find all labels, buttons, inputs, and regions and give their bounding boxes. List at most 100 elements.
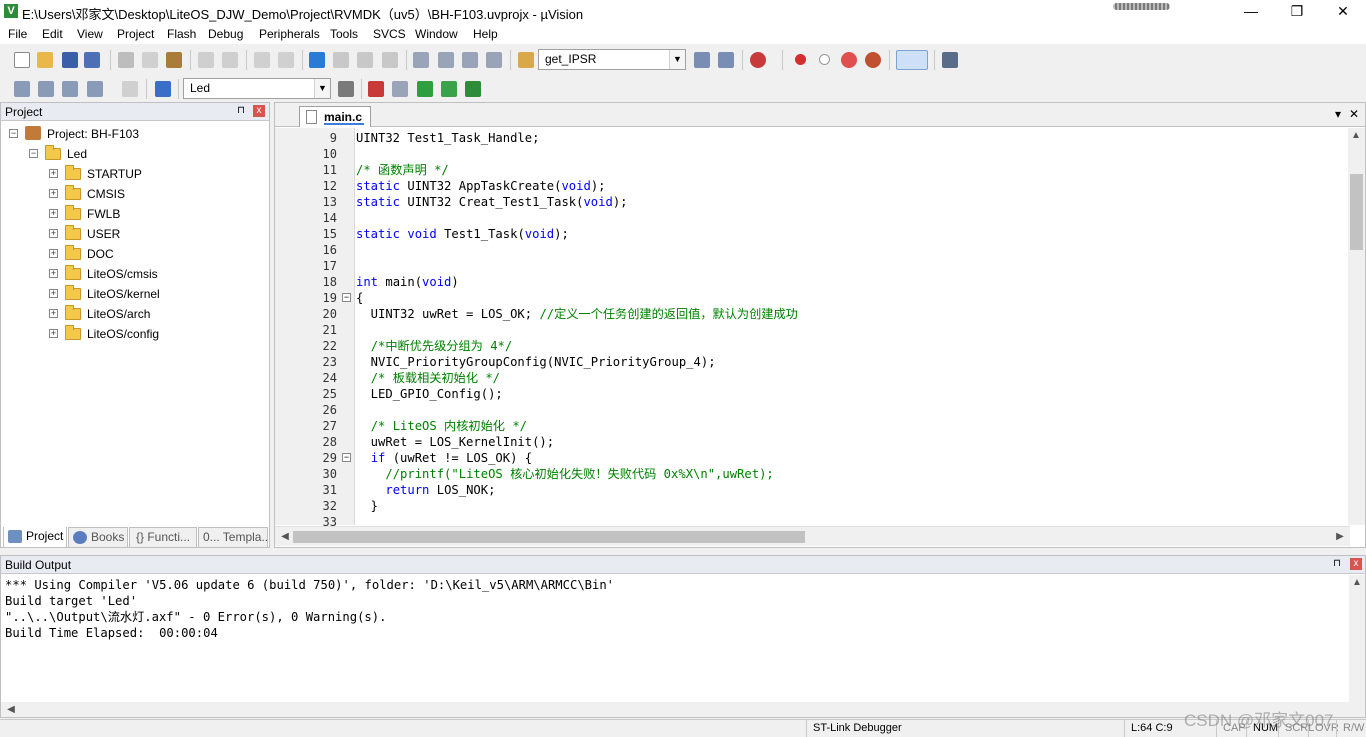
tree-group[interactable]: + LiteOS/kernel — [49, 284, 259, 304]
pin-icon[interactable]: ⊓ — [235, 105, 247, 117]
tree-group[interactable]: + USER — [49, 224, 259, 244]
code-line[interactable]: /*中断优先级分组为 4*/ — [356, 338, 513, 354]
tree-group[interactable]: + LiteOS/cmsis — [49, 264, 259, 284]
tree-group[interactable]: + FWLB — [49, 204, 259, 224]
prev-bookmark-icon[interactable] — [333, 52, 349, 68]
menu-svcs[interactable]: SVCS — [373, 27, 406, 41]
target-options-icon[interactable] — [338, 81, 354, 97]
fold-icon[interactable]: − — [342, 453, 351, 462]
code-line[interactable]: /* 函数声明 */ — [356, 162, 449, 178]
close-window-button[interactable]: ✕ — [1320, 0, 1366, 24]
menu-tools[interactable]: Tools — [330, 27, 358, 41]
tab-main-c[interactable]: main.c — [299, 106, 371, 127]
stop-build-icon[interactable] — [122, 81, 138, 97]
code-line[interactable]: NVIC_PriorityGroupConfig(NVIC_PriorityGr… — [356, 354, 716, 370]
tree-group[interactable]: + LiteOS/arch — [49, 304, 259, 324]
minimize-button[interactable]: — — [1228, 0, 1274, 24]
open-file-icon[interactable] — [37, 52, 53, 68]
download-icon[interactable] — [155, 81, 171, 97]
code-line[interactable]: static UINT32 Creat_Test1_Task(void); — [356, 194, 628, 210]
collapse-icon[interactable]: − — [9, 129, 18, 138]
scroll-left-icon[interactable]: ◀ — [3, 702, 19, 718]
code-line[interactable]: uwRet = LOS_KernelInit(); — [356, 434, 554, 450]
menu-view[interactable]: View — [77, 27, 103, 41]
nav-forward-icon[interactable] — [278, 52, 294, 68]
cut-icon[interactable] — [118, 52, 134, 68]
manage-environment-icon[interactable] — [392, 81, 408, 97]
tree-group[interactable]: + LiteOS/config — [49, 324, 259, 344]
code-line[interactable]: LED_GPIO_Config(); — [356, 386, 503, 402]
code-line[interactable]: { — [356, 290, 363, 306]
indent-icon[interactable] — [413, 52, 429, 68]
incremental-find-icon[interactable] — [718, 52, 734, 68]
close-tab-icon[interactable]: ✕ — [1349, 107, 1359, 121]
find-combo[interactable]: get_IPSR ▼ — [538, 49, 686, 70]
next-bookmark-icon[interactable] — [357, 52, 373, 68]
build-icon[interactable] — [38, 81, 54, 97]
vertical-scrollbar[interactable]: ▲ — [1348, 128, 1365, 525]
expand-icon[interactable]: + — [49, 249, 58, 258]
pin-icon[interactable]: ⊓ — [1331, 558, 1343, 570]
breakpoint-icon[interactable] — [795, 54, 806, 65]
tab-project[interactable]: Project — [3, 527, 67, 548]
find-in-files-icon[interactable] — [518, 52, 534, 68]
kill-all-breakpoints-icon[interactable] — [865, 52, 881, 68]
scroll-left-icon[interactable]: ◀ — [277, 529, 293, 545]
chevron-down-icon[interactable]: ▼ — [669, 50, 685, 69]
output-horizontal-scrollbar[interactable]: ◀ — [1, 702, 1365, 717]
redo-icon[interactable] — [222, 52, 238, 68]
save-all-icon[interactable] — [84, 52, 100, 68]
translate-icon[interactable] — [14, 81, 30, 97]
kill-breakpoints-icon[interactable] — [841, 52, 857, 68]
expand-icon[interactable]: + — [49, 269, 58, 278]
restore-button[interactable]: ❐ — [1274, 0, 1320, 24]
fold-icon[interactable]: − — [342, 293, 351, 302]
batch-build-icon[interactable] — [87, 81, 103, 97]
horizontal-scroll-thumb[interactable] — [293, 531, 805, 543]
horizontal-scrollbar[interactable]: ◀ ▶ — [275, 526, 1350, 546]
code-line[interactable]: if (uwRet != LOS_OK) { — [356, 450, 532, 466]
code-line[interactable]: //printf("LiteOS 核心初始化失败！失败代码 0x%X\n",uw… — [356, 466, 773, 482]
menu-peripherals[interactable]: Peripherals — [259, 27, 320, 41]
tab-templates[interactable]: 0... Templa... — [198, 527, 268, 548]
undo-icon[interactable] — [198, 52, 214, 68]
disable-breakpoint-icon[interactable] — [819, 54, 830, 65]
select-packs-icon[interactable] — [417, 81, 433, 97]
expand-icon[interactable]: + — [49, 209, 58, 218]
code-line[interactable]: UINT32 uwRet = LOS_OK; //定义一个任务创建的返回值，默认… — [356, 306, 798, 322]
expand-icon[interactable]: + — [49, 229, 58, 238]
tree-project-root[interactable]: − Project: BH-F103 — [9, 124, 259, 144]
tree-group[interactable]: + CMSIS — [49, 184, 259, 204]
tree-group[interactable]: + STARTUP — [49, 164, 259, 184]
rebuild-icon[interactable] — [62, 81, 78, 97]
expand-icon[interactable]: + — [49, 329, 58, 338]
nav-back-icon[interactable] — [254, 52, 270, 68]
unindent-icon[interactable] — [438, 52, 454, 68]
tree-group[interactable]: + DOC — [49, 244, 259, 264]
chevron-down-icon[interactable]: ▼ — [314, 79, 330, 98]
expand-icon[interactable]: + — [49, 289, 58, 298]
window-layout-icon[interactable] — [896, 50, 928, 70]
scroll-up-icon[interactable]: ▲ — [1349, 575, 1365, 591]
code-line[interactable]: /* 板载相关初始化 */ — [356, 370, 500, 386]
software-packs-icon[interactable] — [465, 81, 481, 97]
configure-icon[interactable] — [942, 52, 958, 68]
pack-installer-icon[interactable] — [441, 81, 457, 97]
code-line[interactable]: return LOS_NOK; — [356, 482, 495, 498]
vertical-scroll-thumb[interactable] — [1350, 174, 1363, 250]
copy-icon[interactable] — [142, 52, 158, 68]
manage-components-icon[interactable] — [368, 81, 384, 97]
paste-icon[interactable] — [166, 52, 182, 68]
scroll-up-icon[interactable]: ▲ — [1348, 128, 1364, 144]
collapse-icon[interactable]: − — [29, 149, 38, 158]
expand-icon[interactable]: + — [49, 309, 58, 318]
expand-icon[interactable]: + — [49, 169, 58, 178]
code-line[interactable]: /* LiteOS 内核初始化 */ — [356, 418, 527, 434]
target-combo[interactable]: Led ▼ — [183, 78, 331, 99]
comment-icon[interactable] — [462, 52, 478, 68]
output-vertical-scrollbar[interactable]: ▲ — [1349, 575, 1365, 702]
clear-bookmarks-icon[interactable] — [382, 52, 398, 68]
save-icon[interactable] — [62, 52, 78, 68]
uncomment-icon[interactable] — [486, 52, 502, 68]
menu-edit[interactable]: Edit — [42, 27, 63, 41]
